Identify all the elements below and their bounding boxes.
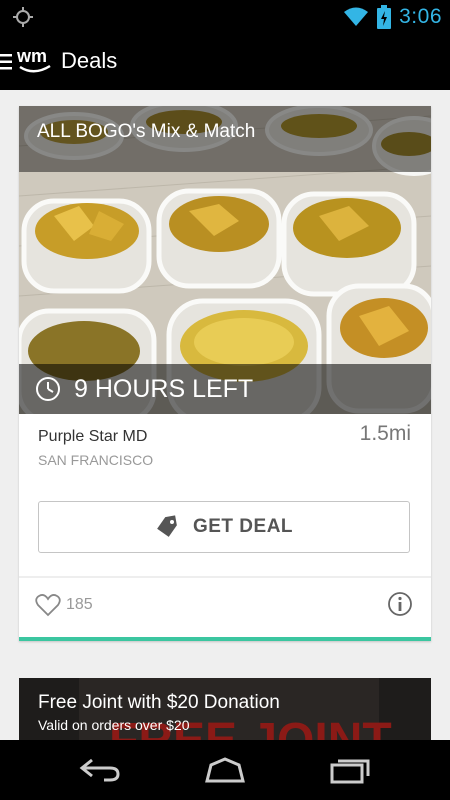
back-icon [79, 758, 120, 782]
navigation-bar [0, 740, 450, 800]
time-left-text: 9 HOURS LEFT [74, 375, 254, 403]
deal-title: ALL BOGO's Mix & Match [37, 121, 256, 142]
store-name[interactable]: Purple Star MD [38, 428, 147, 446]
tag-icon [157, 515, 177, 537]
heart-icon[interactable] [35, 593, 61, 617]
menu-icon[interactable] [0, 54, 14, 70]
recents-button[interactable] [320, 752, 380, 788]
accent-bar [19, 637, 431, 641]
back-button[interactable] [70, 752, 130, 788]
app-bar: wm Deals [0, 34, 450, 90]
status-bar: 3:06 [0, 0, 450, 34]
get-deal-label: GET DEAL [192, 516, 294, 537]
wm-logo-mark: wm [16, 46, 51, 73]
info-icon[interactable] [387, 591, 413, 617]
store-city: SAN FRANCISCO [38, 452, 154, 468]
deal-card[interactable]: FREE JOINT Free Joint with $20 Donation … [19, 678, 431, 740]
wifi-icon [344, 7, 369, 26]
home-icon [205, 757, 245, 783]
recents-icon [330, 759, 370, 784]
battery-icon [377, 5, 392, 29]
page-title: Deals [61, 48, 118, 73]
svg-text:wm: wm [16, 46, 47, 66]
deal-subtitle: Valid on orders over $20 [38, 717, 190, 733]
deal-photo[interactable]: ALL BOGO's Mix & Match 9 HOURS LEFT [19, 106, 431, 414]
clock-time: 3:06 [399, 5, 442, 28]
wm-logo[interactable]: wm [16, 46, 58, 78]
distance: 1.5mi [359, 422, 411, 445]
gps-icon [13, 7, 33, 27]
clock-icon [36, 377, 60, 401]
time-left-overlay: 9 HOURS LEFT [19, 364, 431, 414]
deal-title: Free Joint with $20 Donation [38, 692, 280, 713]
like-count: 185 [66, 596, 93, 613]
home-button[interactable] [195, 752, 255, 788]
deals-list[interactable]: ALL BOGO's Mix & Match 9 HOURS LEFT Purp… [0, 90, 450, 740]
deal-title-overlay: ALL BOGO's Mix & Match [19, 106, 431, 172]
get-deal-button[interactable]: GET DEAL [38, 501, 410, 553]
card-divider [19, 576, 431, 578]
deal-card[interactable]: ALL BOGO's Mix & Match 9 HOURS LEFT Purp… [19, 106, 431, 641]
